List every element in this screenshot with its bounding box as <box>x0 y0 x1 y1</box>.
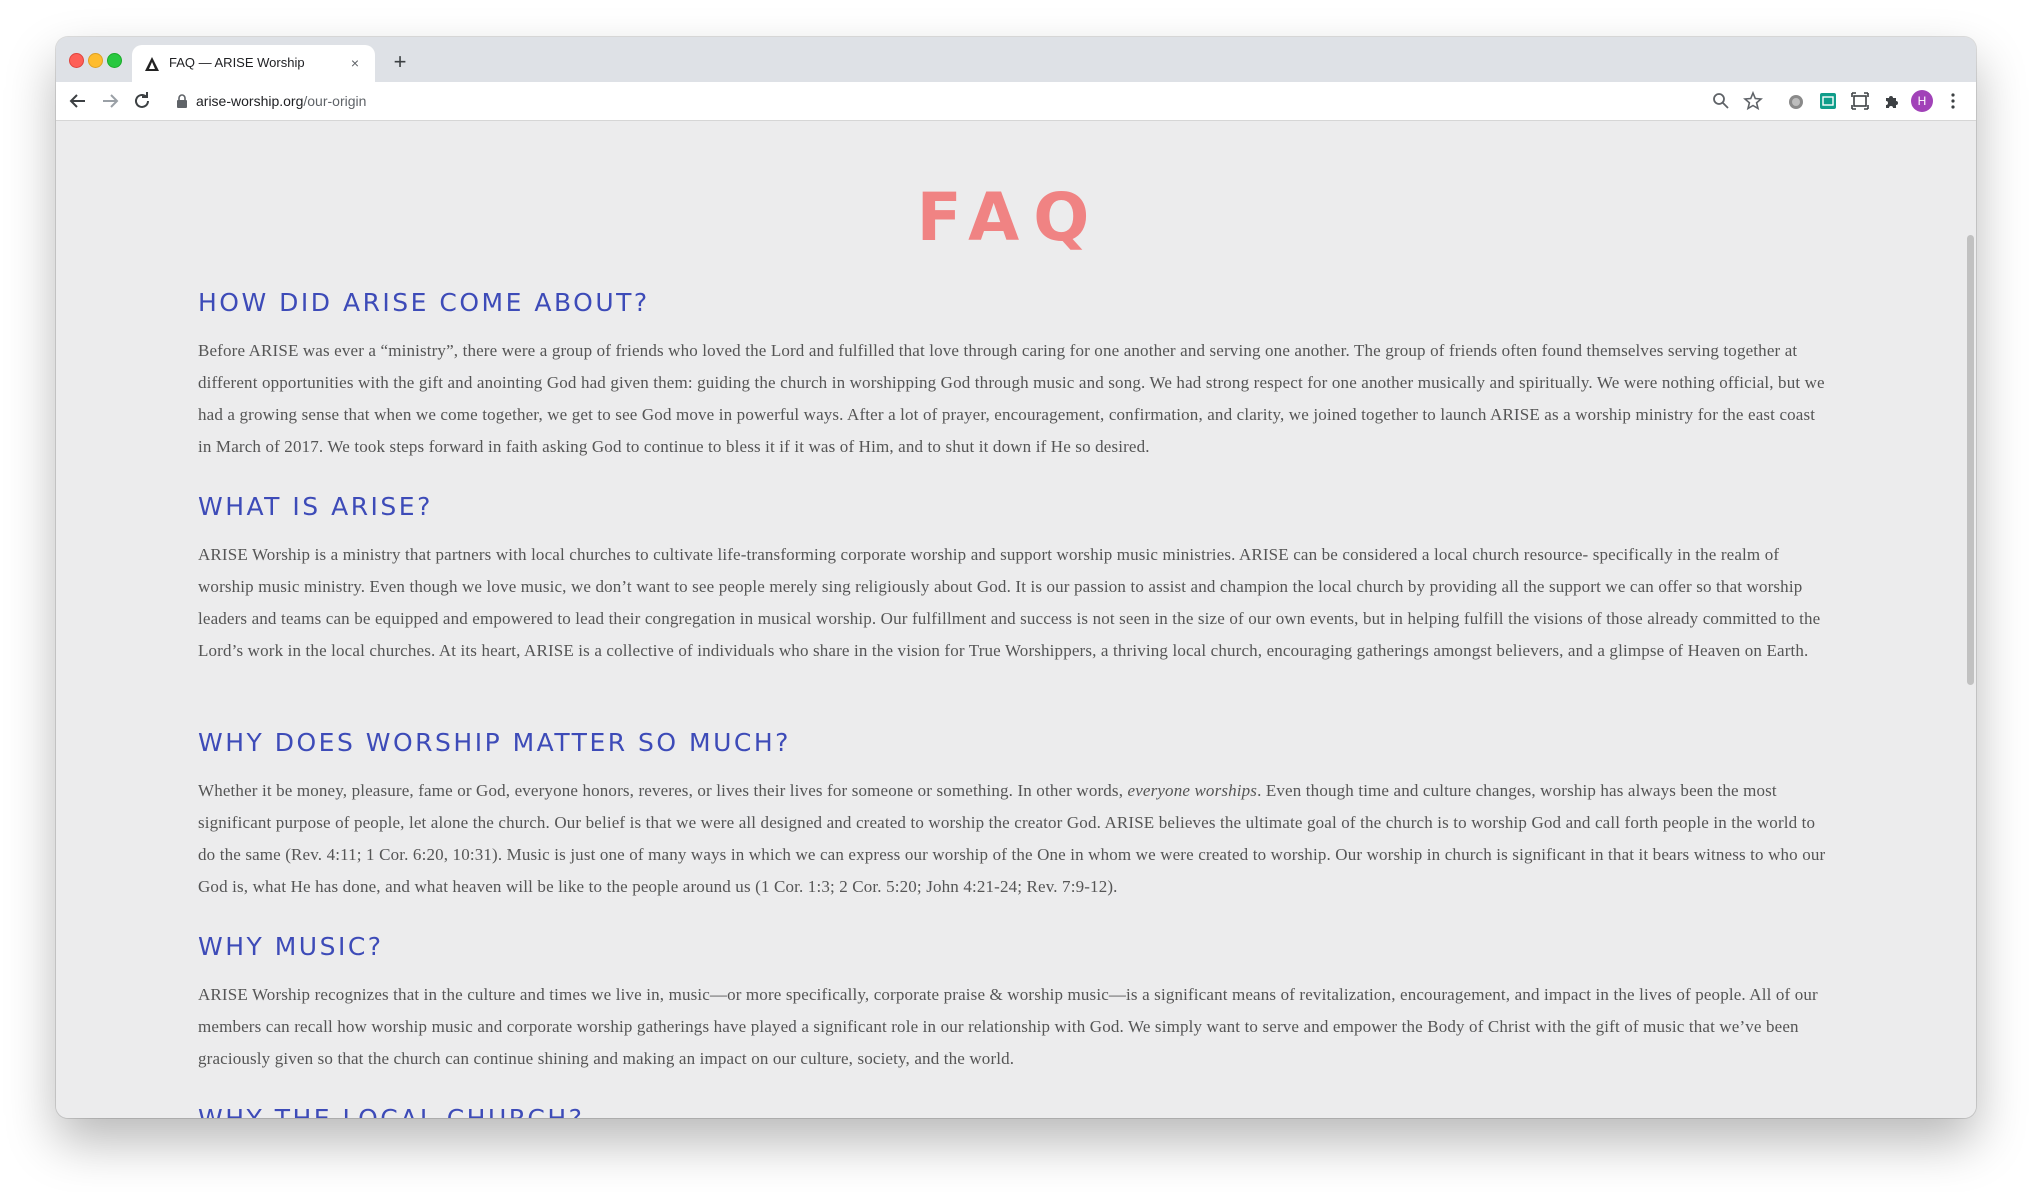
faq-section: WHAT IS ARISE? ARISE Worship is a minist… <box>198 492 1828 667</box>
faq-section: WHY THE LOCAL CHURCH? <box>198 1104 1828 1118</box>
arise-logo-icon <box>144 56 160 72</box>
sheets-extension-icon[interactable] <box>1817 90 1839 112</box>
faq-heading: WHAT IS ARISE? <box>198 492 433 521</box>
bookmark-star-icon[interactable] <box>1742 90 1764 112</box>
new-tab-button[interactable]: + <box>386 49 414 77</box>
forward-icon[interactable] <box>98 89 122 113</box>
zoom-icon[interactable] <box>1710 90 1732 112</box>
tab-strip: FAQ — ARISE Worship × + <box>56 37 1976 82</box>
faq-section: HOW DID ARISE COME ABOUT? Before ARISE w… <box>198 288 1828 463</box>
faq-answer: Whether it be money, pleasure, fame or G… <box>198 775 1828 903</box>
screenshot-icon[interactable] <box>1849 90 1871 112</box>
url-path: /our-origin <box>303 93 367 109</box>
reload-icon[interactable] <box>130 89 154 113</box>
puzzle-icon[interactable] <box>1881 90 1903 112</box>
faq-answer: ARISE Worship recognizes that in the cul… <box>198 985 1818 1068</box>
faq-answer-emphasis: everyone worships <box>1127 781 1258 800</box>
browser-window: FAQ — ARISE Worship × + arise-worship.or… <box>56 37 1976 1118</box>
url-text[interactable]: arise-worship.org/our-origin <box>196 93 366 109</box>
close-tab-icon[interactable]: × <box>345 53 365 73</box>
scrollbar-thumb[interactable] <box>1967 235 1974 685</box>
back-icon[interactable] <box>66 89 90 113</box>
profile-avatar[interactable]: H <box>1911 90 1933 112</box>
faq-answer-text: Whether it be money, pleasure, fame or G… <box>198 781 1128 800</box>
page-viewport: FAQ HOW DID ARISE COME ABOUT? Before ARI… <box>56 121 1964 1118</box>
close-window-button[interactable] <box>69 53 84 68</box>
faq-answer: ARISE Worship is a ministry that partner… <box>198 545 1821 660</box>
menu-icon[interactable] <box>1942 90 1964 112</box>
url-host: arise-worship.org <box>196 93 304 109</box>
address-bar[interactable]: arise-worship.org/our-origin <box>164 87 1784 115</box>
faq-section: WHY DOES WORSHIP MATTER SO MUCH? Whether… <box>198 728 1828 903</box>
zoom-window-button[interactable] <box>107 53 122 68</box>
page-title: FAQ <box>916 179 1104 256</box>
tab-title: FAQ — ARISE Worship <box>169 55 305 70</box>
faq-section: WHY MUSIC? ARISE Worship recognizes that… <box>198 932 1828 1075</box>
minimize-window-button[interactable] <box>88 53 103 68</box>
faq-answer: Before ARISE was ever a “ministry”, ther… <box>198 341 1825 456</box>
extension-icon[interactable] <box>1785 90 1807 112</box>
faq-heading: HOW DID ARISE COME ABOUT? <box>198 288 650 317</box>
toolbar: arise-worship.org/our-origin H <box>56 82 1976 121</box>
faq-heading: WHY MUSIC? <box>198 932 384 961</box>
tab-faq[interactable]: FAQ — ARISE Worship × <box>132 45 375 82</box>
faq-heading: WHY DOES WORSHIP MATTER SO MUCH? <box>198 728 791 757</box>
faq-heading: WHY THE LOCAL CHURCH? <box>198 1104 1828 1118</box>
page-scrollbar[interactable] <box>1964 121 1976 1118</box>
lock-icon <box>176 94 188 108</box>
